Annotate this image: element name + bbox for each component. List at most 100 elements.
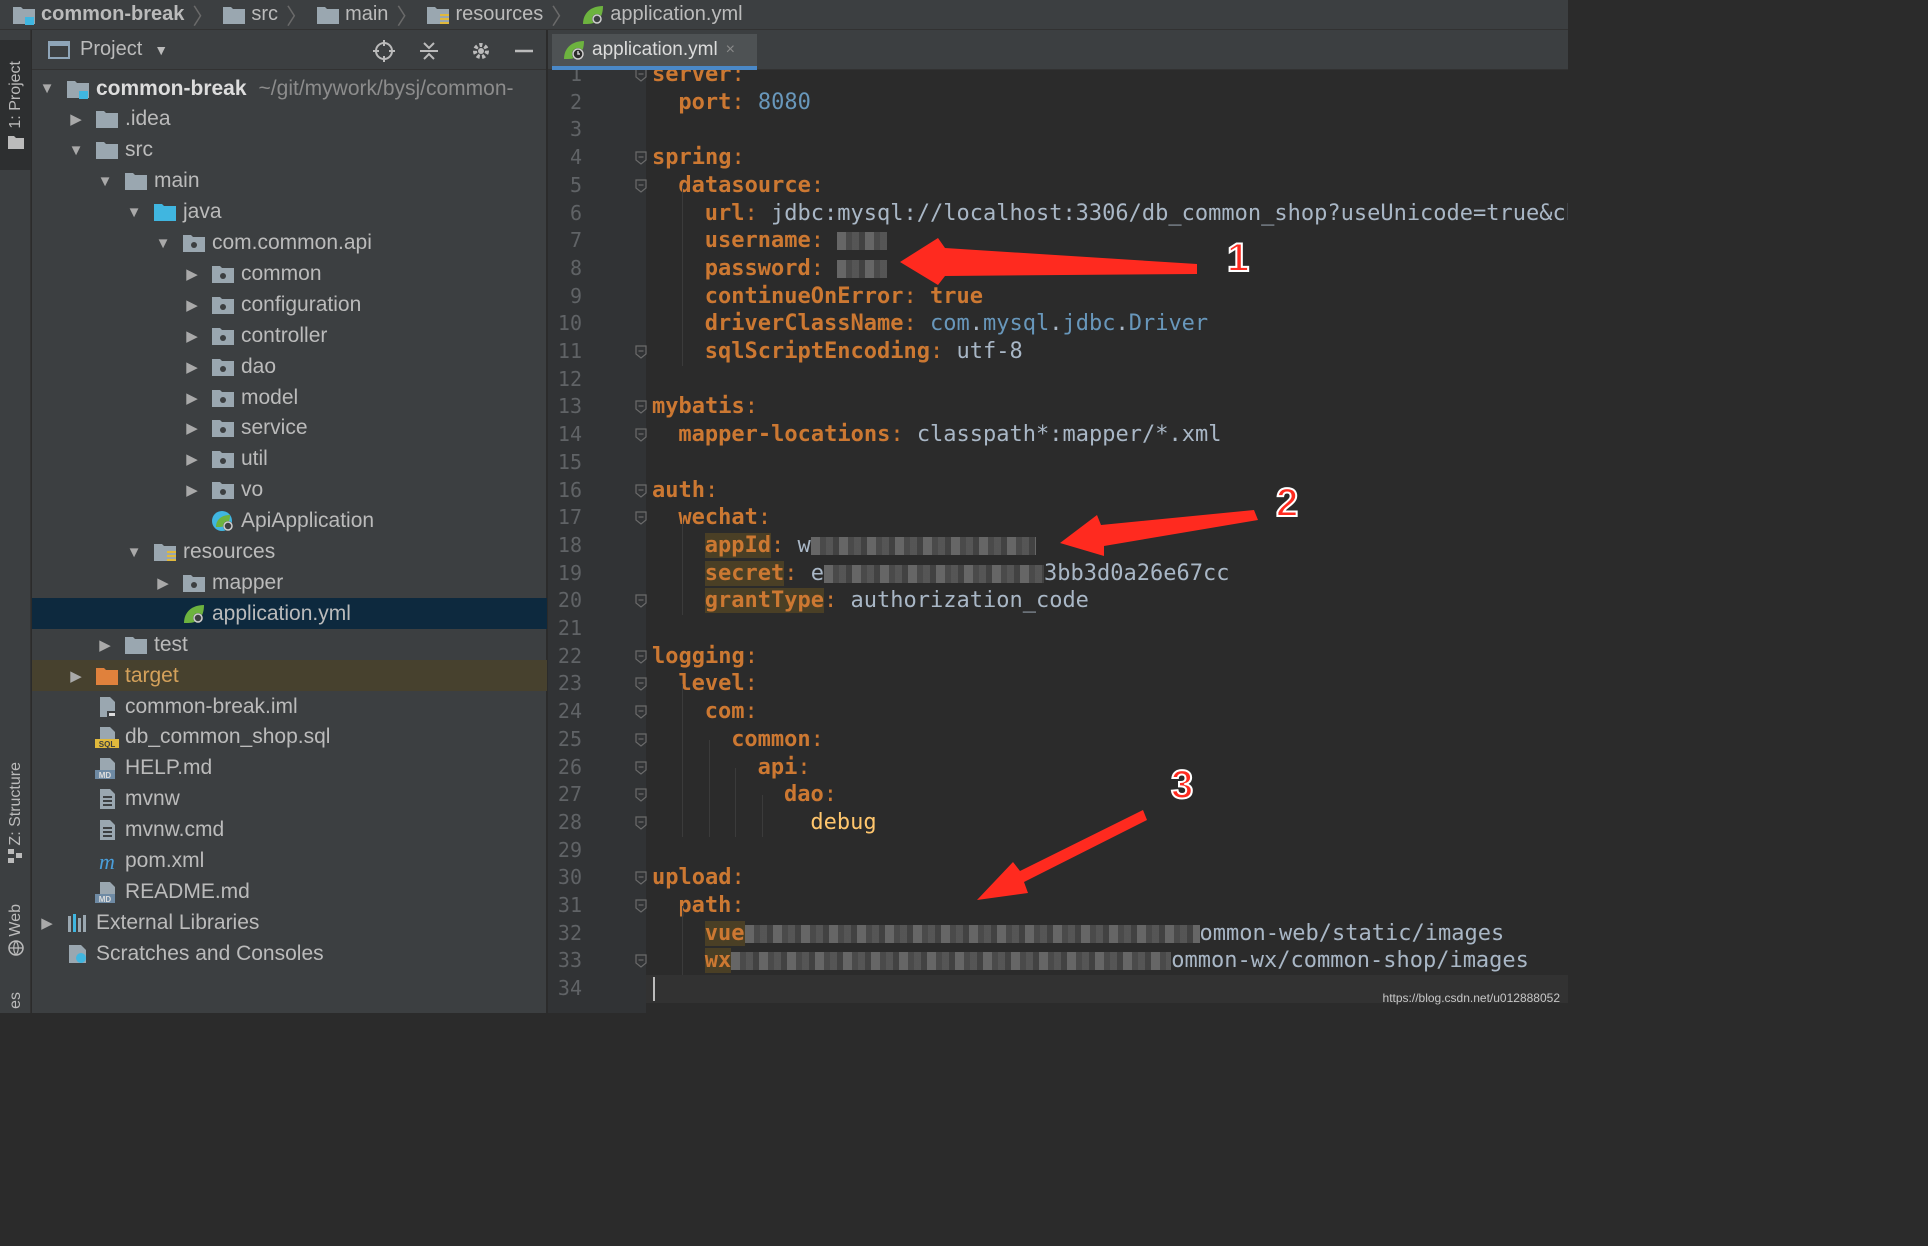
fold-marker-icon[interactable]: [635, 760, 647, 775]
tree-item[interactable]: mvnw.cmd: [32, 815, 547, 846]
tree-item[interactable]: m pom.xml: [32, 846, 547, 877]
tree-item[interactable]: MD HELP.md: [32, 753, 547, 784]
fold-marker-icon[interactable]: [635, 483, 647, 498]
chevron-right-icon[interactable]: ▶: [183, 327, 201, 345]
yaml-key: password: [704, 255, 811, 281]
locate-icon[interactable]: [372, 39, 396, 63]
chevron-right-icon[interactable]: ▶: [183, 265, 201, 283]
tree-item[interactable]: ▼ common-break ~/git/mywork/bysj/common-: [32, 73, 547, 104]
web-tool-tab[interactable]: Web: [0, 890, 31, 970]
yaml-value: :: [890, 422, 917, 448]
collapse-all-icon[interactable]: [417, 39, 441, 63]
fold-marker-icon[interactable]: [635, 871, 647, 886]
tree-item[interactable]: ▶ configuration: [32, 289, 547, 320]
tree-item[interactable]: mvnw: [32, 784, 547, 815]
chevron-right-icon[interactable]: ▶: [38, 914, 56, 932]
chevron-down-icon[interactable]: ▼: [38, 80, 56, 97]
chevron-right-icon[interactable]: ▶: [183, 419, 201, 437]
fold-marker-icon[interactable]: [635, 428, 647, 442]
fold-marker-icon[interactable]: [635, 816, 647, 830]
tree-item[interactable]: ▶ controller: [32, 320, 547, 351]
chevron-down-icon[interactable]: ▼: [67, 142, 85, 159]
fold-marker-icon[interactable]: [635, 70, 647, 82]
tree-item[interactable]: ApiApplication: [32, 506, 547, 537]
fold-marker-icon[interactable]: [635, 511, 647, 525]
tree-item[interactable]: application.yml: [32, 598, 547, 630]
fold-marker-icon[interactable]: [635, 899, 647, 913]
structure-tool-tab[interactable]: Z: Structure: [0, 730, 31, 895]
chevron-right-icon[interactable]: ▶: [154, 574, 172, 592]
fold-marker-icon[interactable]: [635, 594, 647, 609]
svg-text:SQL: SQL: [99, 740, 116, 748]
tree-item[interactable]: ▶ mapper: [32, 567, 547, 598]
tree-item[interactable]: ▼ main: [32, 166, 547, 197]
chevron-right-icon[interactable]: ▶: [96, 636, 114, 654]
breadcrumb-item[interactable]: main: [316, 3, 388, 26]
chevron-right-icon[interactable]: ▶: [183, 389, 201, 407]
fold-marker-icon[interactable]: [635, 650, 647, 664]
fold-marker-icon[interactable]: [635, 151, 647, 165]
tree-item[interactable]: Scratches and Consoles: [32, 938, 547, 969]
tree-item[interactable]: ▼ resources: [32, 537, 547, 568]
folder-icon: [317, 6, 340, 24]
fold-marker-icon[interactable]: [635, 733, 647, 747]
chevron-right-icon[interactable]: ▶: [67, 667, 85, 685]
tree-item-icon: [211, 263, 235, 285]
chevron-down-icon[interactable]: ▼: [125, 204, 143, 221]
line-number: 24: [557, 699, 582, 724]
gear-icon[interactable]: [469, 39, 493, 63]
fold-marker-icon[interactable]: [635, 954, 647, 969]
tree-item[interactable]: ▶ model: [32, 382, 547, 413]
code-area[interactable]: 1 server: 2 port: 8080 3 4 spring: 5 datasource:…: [548, 70, 1568, 1013]
breadcrumb-separator: 〉: [192, 3, 215, 29]
tree-item[interactable]: common-break.iml: [32, 691, 547, 722]
tree-item[interactable]: ▶ common: [32, 258, 547, 289]
fold-marker-icon[interactable]: [635, 677, 647, 692]
chevron-right-icon[interactable]: ▶: [183, 450, 201, 468]
chevron-right-icon[interactable]: ▶: [67, 110, 85, 128]
tree-item[interactable]: ▶ External Libraries: [32, 907, 547, 938]
tree-item[interactable]: ▶ service: [32, 413, 547, 444]
cut-tool-tab[interactable]: es: [0, 985, 31, 1015]
chevron-right-icon[interactable]: ▶: [183, 358, 201, 376]
line-number: 26: [557, 754, 582, 779]
tree-item[interactable]: ▼ com.common.api: [32, 228, 547, 259]
fold-marker-icon[interactable]: [635, 179, 647, 193]
tree-item[interactable]: ▶ .idea: [32, 104, 547, 135]
tree-item[interactable]: ▼ src: [32, 135, 547, 166]
tree-item[interactable]: SQL db_common_shop.sql: [32, 722, 547, 753]
chevron-down-icon[interactable]: ▼: [96, 173, 114, 190]
package-icon: [212, 389, 234, 407]
breadcrumb-item[interactable]: src: [222, 3, 278, 26]
fold-marker-icon[interactable]: [635, 345, 647, 359]
tree-item[interactable]: ▼ java: [32, 197, 547, 228]
tree-item[interactable]: ▶ target: [32, 660, 547, 692]
chevron-right-icon[interactable]: ▶: [183, 296, 201, 314]
tree-item-icon: [95, 819, 119, 841]
tree-item[interactable]: ▶ test: [32, 629, 547, 660]
breadcrumb-item[interactable]: application.yml: [581, 3, 743, 26]
breadcrumb-label: common-break: [41, 3, 185, 25]
chevron-right-icon[interactable]: ▶: [183, 481, 201, 499]
tree-item[interactable]: ▶ vo: [32, 475, 547, 506]
tree-item[interactable]: ▶ dao: [32, 351, 547, 382]
yaml-value: .: [969, 311, 983, 337]
tree-item[interactable]: MD README.md: [32, 876, 547, 907]
hide-panel-icon[interactable]: [512, 39, 536, 63]
project-tool-tab[interactable]: 1: Project: [0, 40, 31, 170]
close-icon[interactable]: ×: [726, 41, 735, 59]
module-folder-icon: [13, 6, 35, 25]
fold-marker-icon[interactable]: [635, 788, 647, 802]
line-number: 22: [557, 643, 582, 668]
chevron-down-icon[interactable]: ▼: [154, 42, 168, 58]
chevron-down-icon[interactable]: ▼: [154, 235, 172, 252]
fold-marker-icon[interactable]: [635, 705, 647, 719]
tab-application-yml[interactable]: application.yml ×: [552, 34, 757, 70]
breadcrumb-item[interactable]: resources: [426, 3, 543, 26]
project-view-selector[interactable]: Project: [80, 38, 142, 61]
fold-marker-icon[interactable]: [635, 400, 647, 415]
tree-item-label: pom.xml: [125, 849, 205, 872]
breadcrumb-item[interactable]: common-break: [12, 3, 184, 26]
chevron-down-icon[interactable]: ▼: [125, 544, 143, 561]
tree-item[interactable]: ▶ util: [32, 444, 547, 475]
